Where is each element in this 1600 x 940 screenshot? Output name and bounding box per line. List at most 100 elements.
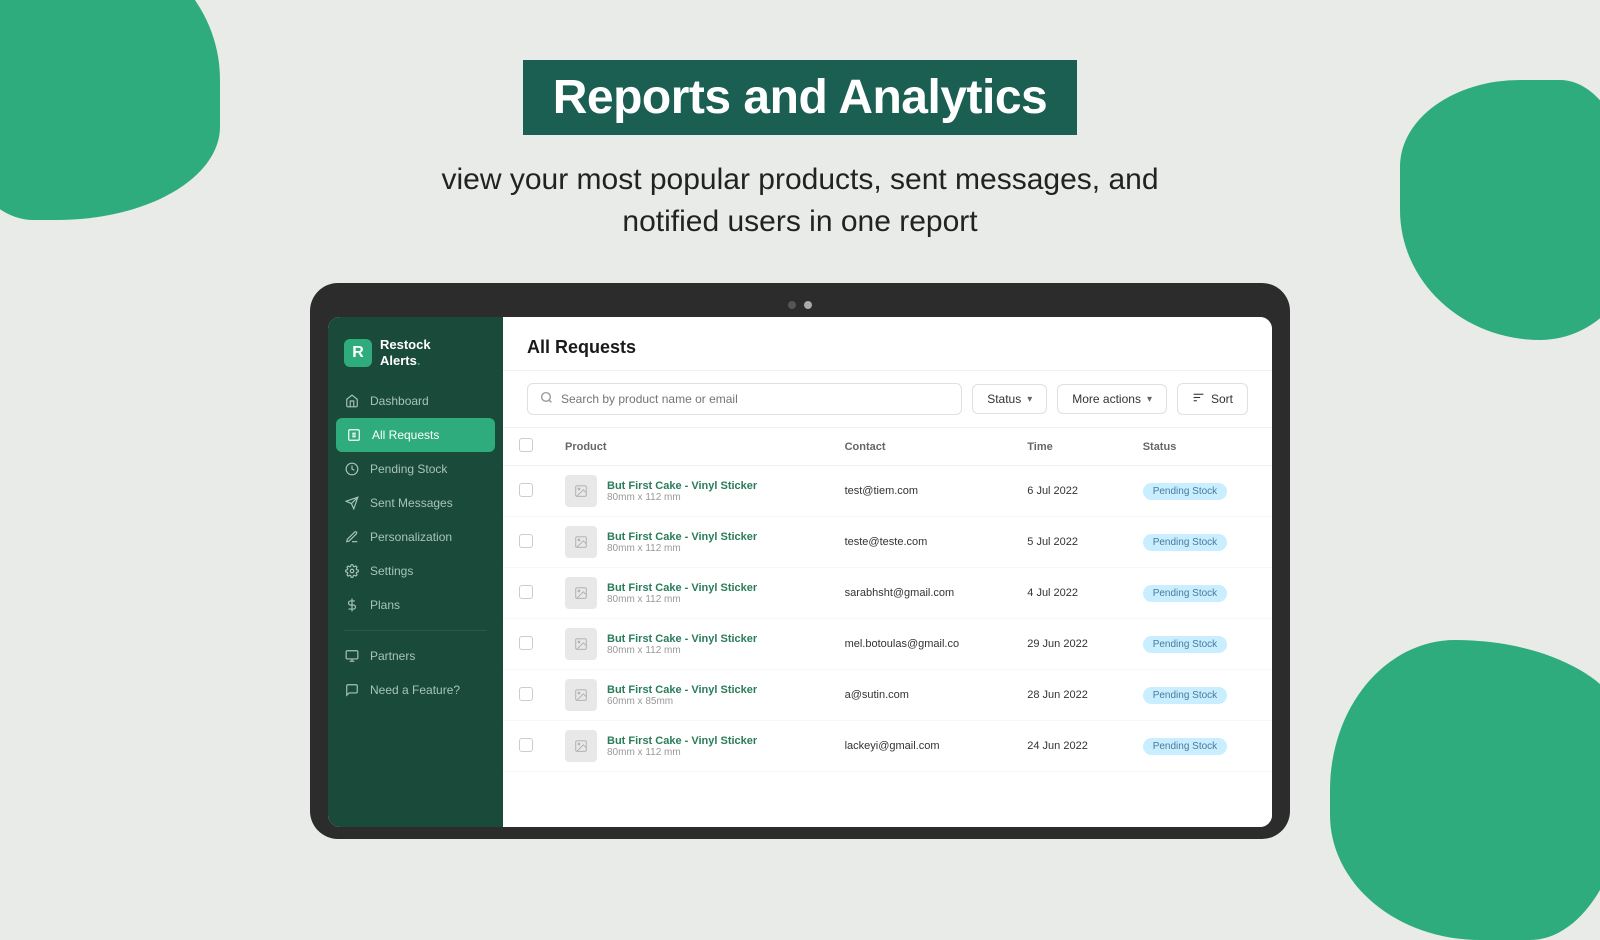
- product-variant: 80mm x 112 mm: [607, 747, 757, 758]
- product-thumbnail: [565, 628, 597, 660]
- product-thumbnail: [565, 526, 597, 558]
- sidebar-item-partners[interactable]: Partners: [328, 639, 503, 673]
- tablet-camera-bar: [328, 301, 1272, 309]
- contact-cell: lackeyi@gmail.com: [829, 721, 1012, 772]
- tablet-screen: R Restock Alerts. Dashboard: [328, 317, 1272, 827]
- contact-cell: sarabhsht@gmail.com: [829, 568, 1012, 619]
- time-cell: 5 Jul 2022: [1011, 517, 1126, 568]
- contact-cell: mel.botoulas@gmail.co: [829, 619, 1012, 670]
- sidebar-item-sent-messages[interactable]: Sent Messages: [328, 486, 503, 520]
- home-icon: [344, 393, 360, 409]
- product-cell: But First Cake - Vinyl Sticker 80mm x 11…: [565, 628, 813, 660]
- col-product: Product: [549, 428, 829, 466]
- table-row: But First Cake - Vinyl Sticker 80mm x 11…: [503, 721, 1272, 772]
- chevron-down-icon: ▾: [1027, 394, 1032, 405]
- page-title-wrapper: Reports and Analytics: [523, 60, 1078, 135]
- row-checkbox-5[interactable]: [519, 738, 533, 752]
- product-thumbnail: [565, 475, 597, 507]
- table-row: But First Cake - Vinyl Sticker 60mm x 85…: [503, 670, 1272, 721]
- sidebar-nav: Dashboard All Requests Pending Stock: [328, 384, 503, 622]
- logo-text: Restock Alerts.: [380, 337, 431, 368]
- sidebar-nav-bottom: Partners Need a Feature?: [328, 639, 503, 707]
- product-cell: But First Cake - Vinyl Sticker 80mm x 11…: [565, 526, 813, 558]
- col-status: Status: [1127, 428, 1272, 466]
- row-checkbox-4[interactable]: [519, 687, 533, 701]
- time-cell: 28 Jun 2022: [1011, 670, 1126, 721]
- toolbar: Status ▾ More actions ▾ Sort: [503, 371, 1272, 428]
- contact-cell: teste@teste.com: [829, 517, 1012, 568]
- sidebar-item-dashboard[interactable]: Dashboard: [328, 384, 503, 418]
- chevron-down-icon: ▾: [1147, 394, 1152, 405]
- sidebar-item-personalization[interactable]: Personalization: [328, 520, 503, 554]
- sort-button[interactable]: Sort: [1177, 383, 1248, 415]
- settings-icon: [344, 563, 360, 579]
- sidebar-item-need-feature[interactable]: Need a Feature?: [328, 673, 503, 707]
- time-cell: 4 Jul 2022: [1011, 568, 1126, 619]
- contact-cell: a@sutin.com: [829, 670, 1012, 721]
- status-badge: Pending Stock: [1143, 534, 1228, 551]
- camera-dot-1: [788, 301, 796, 309]
- main-content: All Requests Status ▾ More actions: [503, 317, 1272, 827]
- product-name: But First Cake - Vinyl Sticker: [607, 531, 757, 543]
- status-badge: Pending Stock: [1143, 738, 1228, 755]
- send-icon: [344, 495, 360, 511]
- table-row: But First Cake - Vinyl Sticker 80mm x 11…: [503, 517, 1272, 568]
- product-variant: 80mm x 112 mm: [607, 645, 757, 656]
- tablet-device: R Restock Alerts. Dashboard: [310, 283, 1290, 839]
- product-name: But First Cake - Vinyl Sticker: [607, 582, 757, 594]
- contact-cell: test@tiem.com: [829, 466, 1012, 517]
- list-icon: [346, 427, 362, 443]
- page-subtitle: view your most popular products, sent me…: [441, 159, 1158, 243]
- select-all-checkbox[interactable]: [519, 438, 533, 452]
- search-input[interactable]: [561, 392, 949, 406]
- row-checkbox-2[interactable]: [519, 585, 533, 599]
- edit-icon: [344, 529, 360, 545]
- time-cell: 6 Jul 2022: [1011, 466, 1126, 517]
- sidebar-item-plans[interactable]: Plans: [328, 588, 503, 622]
- main-title: All Requests: [527, 337, 1248, 358]
- product-cell: But First Cake - Vinyl Sticker 80mm x 11…: [565, 475, 813, 507]
- sidebar-divider: [344, 630, 487, 631]
- product-variant: 80mm x 112 mm: [607, 543, 757, 554]
- product-variant: 60mm x 85mm: [607, 696, 757, 707]
- status-badge: Pending Stock: [1143, 483, 1228, 500]
- product-cell: But First Cake - Vinyl Sticker 80mm x 11…: [565, 730, 813, 762]
- col-time: Time: [1011, 428, 1126, 466]
- time-cell: 24 Jun 2022: [1011, 721, 1126, 772]
- row-checkbox-3[interactable]: [519, 636, 533, 650]
- product-thumbnail: [565, 577, 597, 609]
- sidebar-item-all-requests[interactable]: All Requests: [336, 418, 495, 452]
- status-filter-button[interactable]: Status ▾: [972, 384, 1047, 414]
- product-variant: 80mm x 112 mm: [607, 594, 757, 605]
- more-actions-button[interactable]: More actions ▾: [1057, 384, 1167, 414]
- product-thumbnail: [565, 679, 597, 711]
- camera-dot-2: [804, 301, 812, 309]
- product-variant: 80mm x 112 mm: [607, 492, 757, 503]
- search-icon: [540, 391, 553, 407]
- main-header: All Requests: [503, 317, 1272, 371]
- row-checkbox-0[interactable]: [519, 483, 533, 497]
- sidebar-item-settings[interactable]: Settings: [328, 554, 503, 588]
- sidebar-logo: R Restock Alerts.: [328, 329, 503, 384]
- table-row: But First Cake - Vinyl Sticker 80mm x 11…: [503, 466, 1272, 517]
- sidebar: R Restock Alerts. Dashboard: [328, 317, 503, 827]
- requests-table: Product Contact Time Status But F: [503, 428, 1272, 772]
- table-wrap: Product Contact Time Status But F: [503, 428, 1272, 772]
- row-checkbox-1[interactable]: [519, 534, 533, 548]
- time-cell: 29 Jun 2022: [1011, 619, 1126, 670]
- product-name: But First Cake - Vinyl Sticker: [607, 633, 757, 645]
- sidebar-item-pending-stock[interactable]: Pending Stock: [328, 452, 503, 486]
- product-name: But First Cake - Vinyl Sticker: [607, 480, 757, 492]
- product-name: But First Cake - Vinyl Sticker: [607, 735, 757, 747]
- col-contact: Contact: [829, 428, 1012, 466]
- search-box[interactable]: [527, 383, 962, 415]
- product-cell: But First Cake - Vinyl Sticker 60mm x 85…: [565, 679, 813, 711]
- status-badge: Pending Stock: [1143, 687, 1228, 704]
- table-row: But First Cake - Vinyl Sticker 80mm x 11…: [503, 568, 1272, 619]
- table-row: But First Cake - Vinyl Sticker 80mm x 11…: [503, 619, 1272, 670]
- chat-icon: [344, 682, 360, 698]
- dollar-icon: [344, 597, 360, 613]
- product-name: But First Cake - Vinyl Sticker: [607, 684, 757, 696]
- sort-icon: [1192, 391, 1205, 407]
- partners-icon: [344, 648, 360, 664]
